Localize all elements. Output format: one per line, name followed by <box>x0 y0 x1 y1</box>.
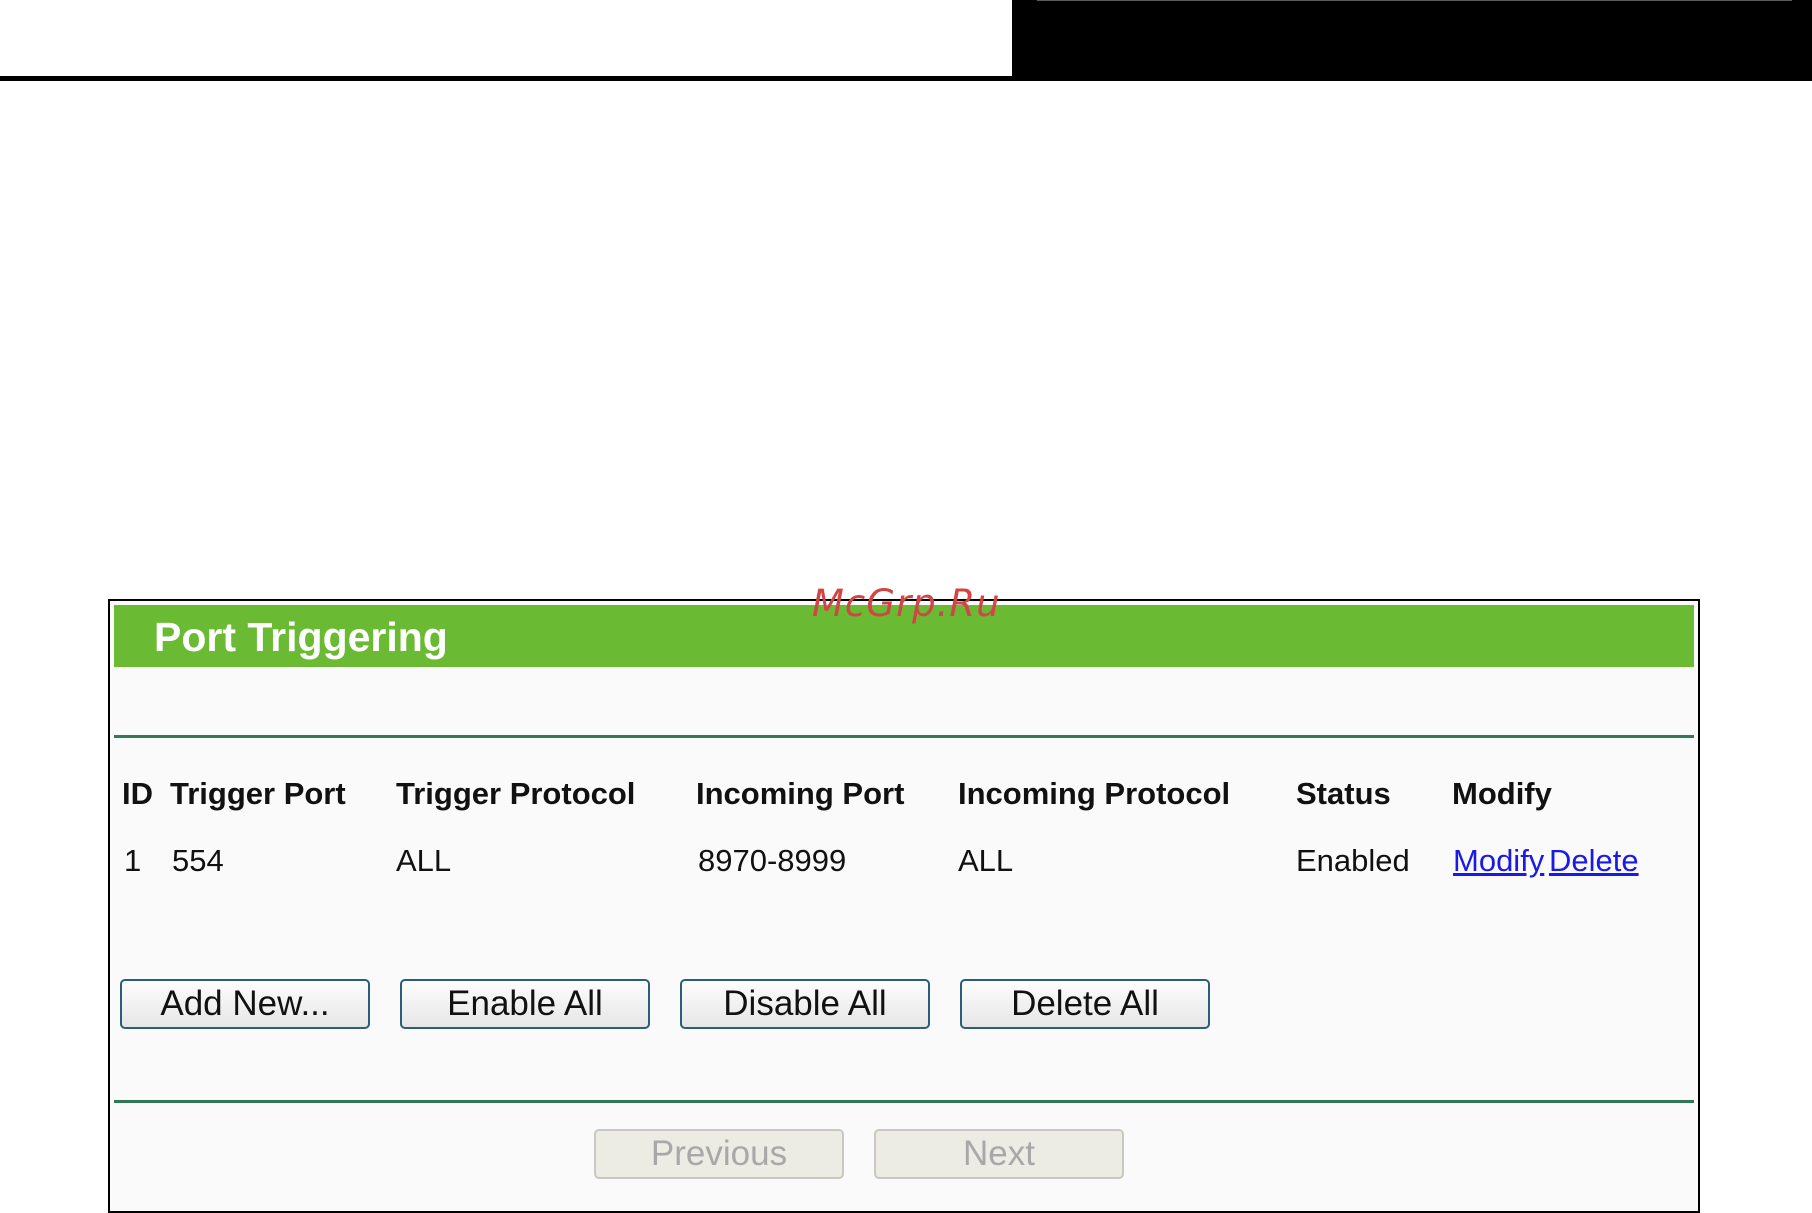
row-1-trigger-protocol: ALL <box>396 843 452 878</box>
row-1-id: 1 <box>124 843 142 878</box>
add-new-button[interactable]: Add New... <box>120 979 370 1029</box>
page-header-block <box>1012 0 1812 76</box>
panel-title: Port Triggering <box>154 614 448 660</box>
row-1-trigger-port: 554 <box>172 843 224 878</box>
disable-all-button[interactable]: Disable All <box>680 979 930 1029</box>
header-modify: Modify <box>1452 776 1552 811</box>
watermark-text: McGrp.Ru <box>812 582 1001 625</box>
header-status: Status <box>1296 776 1391 811</box>
divider-bottom <box>114 1100 1694 1103</box>
header-incoming-port: Incoming Port <box>696 776 905 811</box>
header-trigger-port: Trigger Port <box>170 776 346 811</box>
divider-top <box>114 735 1694 738</box>
row-1-incoming-port: 8970-8999 <box>698 843 847 878</box>
header-trigger-protocol: Trigger Protocol <box>396 776 636 811</box>
port-triggering-panel: Port Triggering ID Trigger Port Trigger … <box>108 599 1700 1213</box>
delete-all-button[interactable]: Delete All <box>960 979 1210 1029</box>
row-1-status: Enabled <box>1296 843 1410 878</box>
header-incoming-protocol: Incoming Protocol <box>958 776 1231 811</box>
row-1-incoming-protocol: ALL <box>958 843 1014 878</box>
page-top-rule <box>0 76 1812 81</box>
row-1-modify-link[interactable]: Modify <box>1453 845 1544 876</box>
previous-button[interactable]: Previous <box>594 1129 844 1179</box>
next-button[interactable]: Next <box>874 1129 1124 1179</box>
row-1-delete-link[interactable]: Delete <box>1549 845 1639 876</box>
enable-all-button[interactable]: Enable All <box>400 979 650 1029</box>
header-id: ID <box>122 776 153 811</box>
